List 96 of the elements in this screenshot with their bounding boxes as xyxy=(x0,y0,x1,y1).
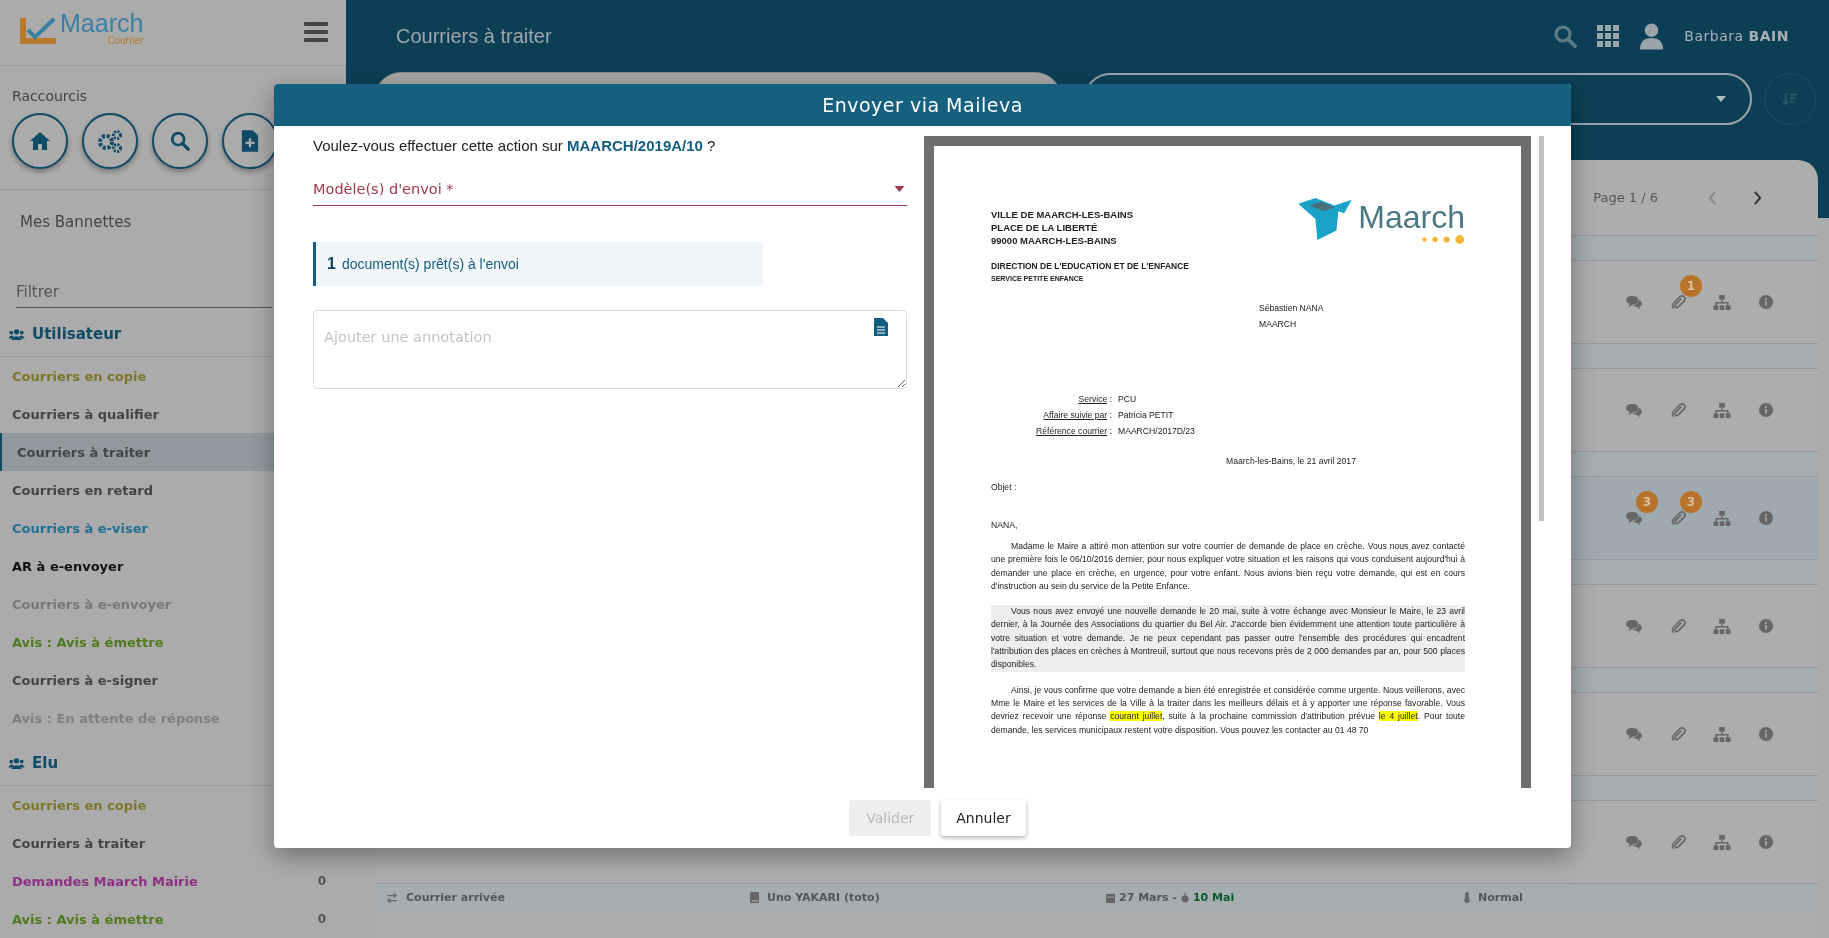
paperclip-icon[interactable] xyxy=(1670,510,1686,526)
letter-field-value: PCU xyxy=(1118,394,1138,404)
page-title: Courriers à traiter xyxy=(396,24,552,48)
sitemap-icon[interactable] xyxy=(1713,402,1731,418)
document-count: 1 xyxy=(327,255,336,273)
section-title: Mes Bannettes xyxy=(19,212,133,233)
paperclip-icon[interactable] xyxy=(1670,618,1686,634)
group-title: Utilisateur xyxy=(32,325,122,343)
settings-shortcut[interactable] xyxy=(82,112,138,169)
users-icon xyxy=(8,757,25,769)
letter-sender-line: 99000 MAARCH-LES-BAINS xyxy=(991,234,1118,247)
comments-icon[interactable] xyxy=(1625,835,1643,849)
basket-count: 0 xyxy=(317,912,326,926)
filter-field[interactable]: Filtrer xyxy=(16,277,272,308)
comments-icon[interactable] xyxy=(1625,619,1643,633)
book-icon xyxy=(750,892,759,903)
letter-subject: Objet : xyxy=(991,482,1018,492)
info-icon[interactable] xyxy=(1759,511,1773,525)
deadline-text: 10 Mai xyxy=(1192,891,1235,904)
group-title: Elu xyxy=(32,754,59,772)
letter-field-label: Affaire suivie par : xyxy=(1042,410,1112,420)
letter-field-label: Référence courrier : xyxy=(1035,426,1112,436)
paperclip-icon[interactable] xyxy=(1670,834,1686,850)
sitemap-icon[interactable] xyxy=(1713,618,1731,634)
count-badge: 1 xyxy=(1680,274,1702,297)
contact-name: Uno YAKARI (toto) xyxy=(767,891,880,904)
comments-icon[interactable] xyxy=(1625,295,1643,309)
dots-icon xyxy=(1421,234,1466,245)
file-plus-icon xyxy=(241,128,259,153)
letter-field-value: Patricia PETIT xyxy=(1118,410,1175,420)
logo-subtitle: Courrier xyxy=(107,36,144,47)
pagination-label: Page 1 / 6 xyxy=(1593,190,1658,205)
search-icon[interactable] xyxy=(1553,24,1578,48)
count-badge: 3 xyxy=(1636,491,1658,513)
search-shortcut[interactable] xyxy=(152,112,208,169)
info-icon[interactable] xyxy=(1759,727,1773,741)
paperclip-icon[interactable] xyxy=(1670,726,1686,742)
letter-logo-text: Maarch xyxy=(1358,200,1466,234)
date-text: 27 Mars - xyxy=(1119,891,1177,904)
section-title: Raccourcis xyxy=(12,87,89,104)
info-icon[interactable] xyxy=(1759,295,1773,309)
menu-icon[interactable] xyxy=(304,22,328,43)
info-icon[interactable] xyxy=(1759,619,1773,633)
basket-item[interactable]: Demandes Maarch Mairie 0 xyxy=(0,862,346,900)
previous-icon[interactable] xyxy=(1708,190,1717,205)
letter-paragraph: Madame le Maire a attiré mon attention sur votre courrier de demande de place en crèche. Vous nous avez contacté une première fois le 06/10/2016 dernier, pour nous expliquer votre situation et les raisons qui vous conduisent aujourd'hui à demander une place en crèche, en urgence, pour votre enfant. Nous avions bien reçu votre demande, qui est en cours d'instruction au sein du service de la Petite Enfance. xyxy=(991,540,1466,593)
letter-field-label: Service : xyxy=(1077,394,1112,404)
search-icon xyxy=(169,129,191,152)
caret-icon xyxy=(894,186,905,192)
letter-date: Maarch-les-Bains, le 21 avril 2017 xyxy=(1226,456,1357,466)
letter-field-value: MAARCH/2017D/23 xyxy=(1118,426,1196,436)
template-select[interactable]: Modèle(s) d'envoi * xyxy=(313,173,907,206)
info-icon[interactable] xyxy=(1759,835,1773,849)
mail-type: Courrier arrivée xyxy=(406,891,505,904)
logo-icon xyxy=(18,16,58,47)
basket-count: 0 xyxy=(317,874,326,888)
comments-icon[interactable] xyxy=(1625,403,1643,417)
user-name[interactable]: Barbara BAIN xyxy=(1684,28,1789,44)
calendar-icon xyxy=(1106,892,1115,903)
info-icon[interactable] xyxy=(1759,403,1773,417)
thermometer-icon xyxy=(1464,892,1470,903)
dialog-title: Envoyer via Maileva xyxy=(274,84,1571,126)
letter-department: DIRECTION DE L'EDUCATION ET DE L'ENFANCE xyxy=(991,260,1189,273)
sitemap-icon[interactable] xyxy=(1713,726,1731,742)
users-icon xyxy=(8,328,25,340)
apps-grid-icon[interactable] xyxy=(1597,25,1620,47)
letter-sender-line: PLACE DE LA LIBERTÉ xyxy=(991,221,1099,234)
document-icon[interactable] xyxy=(874,318,888,336)
exchange-icon xyxy=(386,892,398,903)
info-text: document(s) prêt(s) à l'envoi xyxy=(341,256,519,272)
sort-icon xyxy=(1783,92,1797,106)
letter-paragraph: Vous nous avez envoyé une nouvelle demande le 20 mai, suite à votre échange avec Monsieur le Maire, le 23 avril dernier, à la Journée des Associations du quartier du Bel Air. J'accorde bien évidemment une attention toute particulière à votre situation et votre demande. Je ne peux cependant pas passer outre l'ensemble des procédures qui encadrent l'attribution des places en crèches à Montreuil, surtout que nous recevons près de 2 000 demandes par an, pour 500 places disponibles. xyxy=(991,605,1466,672)
letter-recipient-line: MAARCH xyxy=(1259,319,1298,329)
user-icon[interactable] xyxy=(1639,22,1665,50)
comments-icon[interactable] xyxy=(1625,511,1643,525)
sitemap-icon[interactable] xyxy=(1713,834,1731,850)
letter-salutation: NANA, xyxy=(991,520,1019,530)
confirmation-question: Voulez-vous effectuer cette action sur MAARCH/2019A/10 ? xyxy=(313,137,717,154)
stopwatch-icon xyxy=(1180,892,1189,903)
sitemap-icon[interactable] xyxy=(1713,510,1731,526)
caret-icon xyxy=(1716,96,1726,102)
priority-text: Normal xyxy=(1478,891,1523,904)
cancel-button[interactable]: Annuler xyxy=(941,800,1026,836)
basket-item[interactable]: Avis : Avis à émettre 0 xyxy=(0,900,346,938)
home-shortcut[interactable] xyxy=(12,112,68,169)
annotation-field[interactable]: Ajouter une annotation xyxy=(313,310,907,389)
letter-recipient-line: Sébastien NANA xyxy=(1259,303,1325,313)
count-badge: 3 xyxy=(1680,490,1702,513)
sitemap-icon[interactable] xyxy=(1713,294,1731,310)
paperclip-icon[interactable] xyxy=(1670,294,1686,310)
paperclip-icon[interactable] xyxy=(1670,402,1686,418)
next-icon[interactable] xyxy=(1753,190,1762,205)
gears-icon xyxy=(97,128,123,153)
letter-sender-line: VILLE DE MAARCH-LES-BAINS xyxy=(991,208,1134,221)
logo-name: Maarch xyxy=(60,10,144,37)
comments-icon[interactable] xyxy=(1625,727,1643,741)
